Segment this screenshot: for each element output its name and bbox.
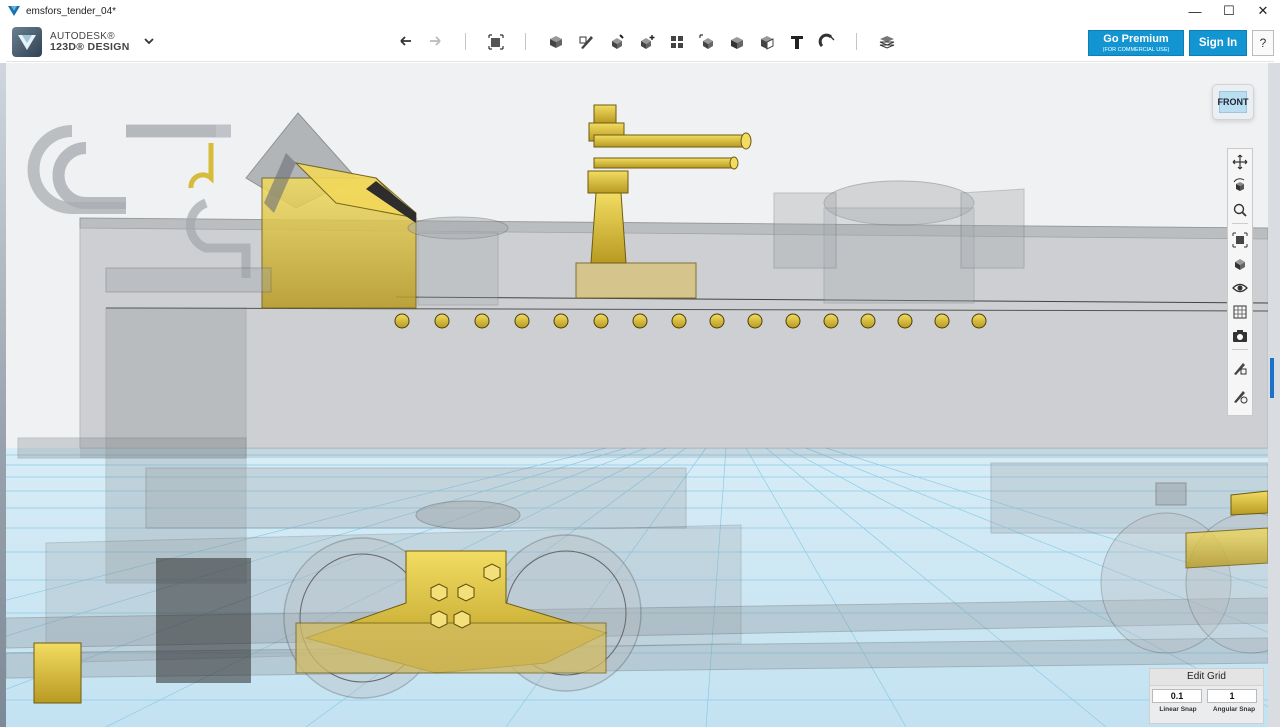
edit-grid-button[interactable]: Edit Grid: [1150, 669, 1263, 686]
zoom-icon[interactable]: [1231, 201, 1249, 219]
viewport-scrollbar[interactable]: [1268, 63, 1280, 727]
angular-snap-label: Angular Snap: [1212, 706, 1256, 713]
edit-icon-b[interactable]: [1231, 387, 1249, 405]
linear-snap-field[interactable]: 0.1: [1152, 689, 1202, 703]
screenshot-icon[interactable]: [1231, 327, 1249, 345]
close-button[interactable]: ✕: [1246, 0, 1280, 22]
fit-icon[interactable]: [1231, 231, 1249, 249]
transform-icon[interactable]: [485, 31, 507, 53]
navigation-bar: [1227, 148, 1253, 416]
app-logo-icon: [8, 6, 20, 16]
construct-icon[interactable]: [606, 31, 628, 53]
primitives-icon[interactable]: [545, 31, 567, 53]
pattern-icon[interactable]: [666, 31, 688, 53]
minimize-button[interactable]: —: [1178, 0, 1212, 22]
maximize-button[interactable]: ☐: [1212, 0, 1246, 22]
snap-icon[interactable]: [816, 31, 838, 53]
edit-grid-panel: Edit Grid 0.1 1 Linear Snap Angular Snap: [1149, 668, 1264, 724]
pan-icon[interactable]: [1231, 153, 1249, 171]
undo-icon[interactable]: [395, 31, 417, 53]
edit-icon-a[interactable]: [1231, 359, 1249, 377]
view-cube-face[interactable]: FRONT: [1218, 91, 1249, 113]
toolbar-separator: [856, 33, 857, 50]
app-menu-logo[interactable]: AUTODESK® 123D® DESIGN: [12, 27, 130, 57]
material-view-icon[interactable]: [1231, 303, 1249, 321]
modify-icon[interactable]: [636, 31, 658, 53]
window-title: emsfors_tender_04*: [26, 5, 117, 17]
sign-in-button[interactable]: Sign In: [1189, 30, 1247, 56]
measure-icon[interactable]: [756, 31, 778, 53]
toolbar-separator: [525, 33, 526, 50]
title-bar: emsfors_tender_04* — ☐ ✕: [0, 0, 1280, 22]
view-cube[interactable]: FRONT: [1212, 84, 1254, 120]
app-window: emsfors_tender_04* — ☐ ✕ AUTODESK® 123D®…: [0, 0, 1280, 727]
chevron-down-icon[interactable]: [142, 34, 156, 48]
material-icon[interactable]: [876, 31, 898, 53]
main-toolbar: AUTODESK® 123D® DESIGN Go Premium (FOR C…: [6, 22, 1274, 62]
product-label: 123D® DESIGN: [50, 41, 130, 53]
views-icon[interactable]: [1231, 255, 1249, 273]
help-button[interactable]: ?: [1252, 30, 1274, 56]
angular-snap-field[interactable]: 1: [1207, 689, 1257, 703]
visibility-icon[interactable]: [1231, 279, 1249, 297]
toolbar-separator: [465, 33, 466, 50]
sketch-icon[interactable]: [576, 31, 598, 53]
linear-snap-label: Linear Snap: [1159, 706, 1197, 713]
orbit-icon[interactable]: [1231, 177, 1249, 195]
go-premium-button[interactable]: Go Premium (FOR COMMERCIAL USE): [1088, 30, 1184, 56]
text-icon[interactable]: [786, 31, 808, 53]
redo-icon[interactable]: [424, 31, 446, 53]
combine-icon[interactable]: [726, 31, 748, 53]
window-controls: — ☐ ✕: [1178, 0, 1280, 22]
3d-viewport[interactable]: [6, 63, 1268, 727]
grouping-icon[interactable]: [696, 31, 718, 53]
logo-icon: [12, 27, 42, 57]
model-scene: [6, 104, 1268, 727]
